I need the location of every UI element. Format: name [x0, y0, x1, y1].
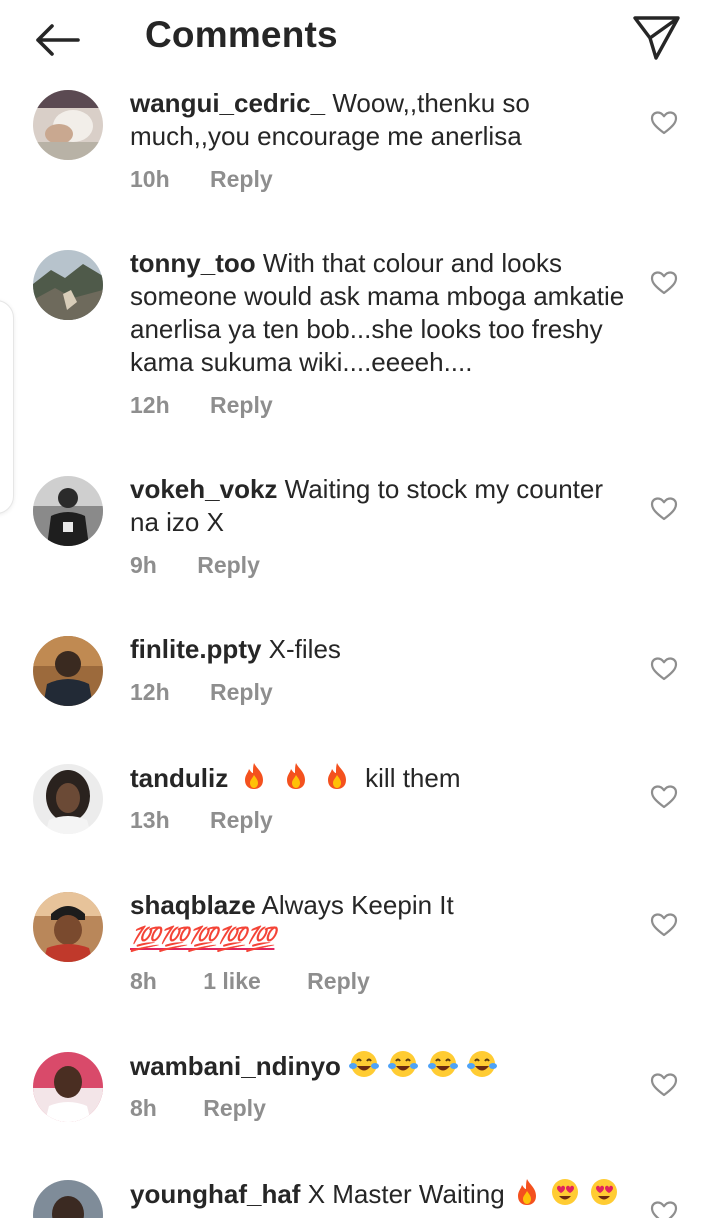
- back-button[interactable]: [26, 14, 86, 66]
- heart-eyes-emoji-icon: [591, 1179, 618, 1205]
- face-with-tears-of-joy-icon: [427, 1051, 458, 1077]
- comment-time: 10h: [130, 166, 170, 192]
- fire-emoji-icon: [286, 763, 305, 789]
- reply-button[interactable]: Reply: [203, 1095, 266, 1122]
- face-with-tears-of-joy-icon: [466, 1051, 497, 1077]
- comment-username[interactable]: shaqblaze: [130, 890, 256, 920]
- comment-username[interactable]: tonny_too: [130, 248, 256, 278]
- like-button[interactable]: [650, 656, 678, 682]
- comment-meta: 8h 1 like Reply: [130, 968, 370, 995]
- face-with-tears-of-joy-icon: [388, 1051, 419, 1077]
- heart-icon: [650, 913, 678, 937]
- comment-time: 9h: [130, 552, 157, 578]
- likes-count[interactable]: 1 like: [203, 968, 261, 995]
- like-button[interactable]: [650, 110, 678, 136]
- heart-icon: [650, 785, 678, 809]
- like-button[interactable]: [650, 784, 678, 810]
- avatar[interactable]: [33, 764, 103, 834]
- heart-icon: [650, 111, 678, 135]
- comment-username[interactable]: vokeh_vokz: [130, 474, 277, 504]
- reply-button[interactable]: Reply: [307, 968, 370, 995]
- heart-eyes-emoji-icon: [552, 1179, 579, 1205]
- fire-emoji-icon: [245, 763, 264, 789]
- avatar[interactable]: [33, 1180, 103, 1218]
- comment-meta: 12h Reply: [130, 392, 273, 419]
- comment-username[interactable]: wambani_ndinyo: [130, 1051, 341, 1081]
- reply-button[interactable]: Reply: [210, 166, 273, 193]
- comment-time: 8h: [130, 1095, 157, 1121]
- comment-time: 12h: [130, 679, 170, 705]
- like-button[interactable]: [650, 496, 678, 522]
- comment-text: kill them: [365, 763, 461, 793]
- avatar[interactable]: [33, 636, 103, 706]
- reply-button[interactable]: Reply: [210, 807, 273, 834]
- reply-button[interactable]: Reply: [210, 392, 273, 419]
- comment-meta: 9h Reply: [130, 552, 260, 579]
- avatar[interactable]: [33, 1052, 103, 1122]
- avatar[interactable]: [33, 250, 103, 320]
- fire-emoji-icon: [517, 1179, 536, 1205]
- share-button[interactable]: [628, 10, 686, 64]
- emoji-group: [239, 763, 359, 793]
- avatar[interactable]: [33, 892, 103, 962]
- comment-text: X-files: [268, 634, 341, 664]
- comment-meta: 13h Reply: [130, 807, 273, 834]
- like-button[interactable]: [650, 1072, 678, 1098]
- reply-button[interactable]: Reply: [197, 552, 260, 579]
- arrow-left-icon: [36, 24, 80, 56]
- like-button[interactable]: [650, 912, 678, 938]
- comment-time: 12h: [130, 392, 170, 418]
- avatar[interactable]: [33, 476, 103, 546]
- like-button[interactable]: [650, 1200, 678, 1218]
- comments-screen: Comments wangui_cedric_ Woow,,thenku so …: [0, 0, 720, 1218]
- comment-username[interactable]: wangui_cedric_: [130, 88, 325, 118]
- comment-username[interactable]: tanduliz: [130, 763, 228, 793]
- heart-icon: [650, 271, 678, 295]
- heart-icon: [650, 497, 678, 521]
- heart-icon: [650, 1073, 678, 1097]
- avatar[interactable]: [33, 90, 103, 160]
- top-bar: Comments: [0, 0, 720, 80]
- emoji-group: [348, 1051, 498, 1081]
- fire-emoji-icon: [327, 763, 346, 789]
- comment-meta: 8h Reply: [130, 1095, 266, 1122]
- hundred-points-emoji-icon: 💯💯💯💯💯: [130, 926, 275, 953]
- heart-icon: [650, 657, 678, 681]
- comment-meta: 12h Reply: [130, 679, 273, 706]
- side-panel-edge[interactable]: [0, 300, 14, 514]
- comment-text: X Master Waiting: [307, 1179, 505, 1209]
- comment-username[interactable]: finlite.ppty: [130, 634, 261, 664]
- comment-time: 8h: [130, 968, 157, 994]
- paper-plane-icon: [633, 16, 680, 60]
- face-with-tears-of-joy-icon: [349, 1051, 380, 1077]
- comment-meta: 10h Reply: [130, 166, 273, 193]
- like-button[interactable]: [650, 270, 678, 296]
- comment-text: Always Keepin It: [261, 890, 454, 920]
- reply-button[interactable]: Reply: [210, 679, 273, 706]
- heart-icon: [650, 1201, 678, 1218]
- comment-username[interactable]: younghaf_haf: [130, 1179, 300, 1209]
- comment-time: 13h: [130, 807, 170, 833]
- page-title: Comments: [145, 14, 338, 55]
